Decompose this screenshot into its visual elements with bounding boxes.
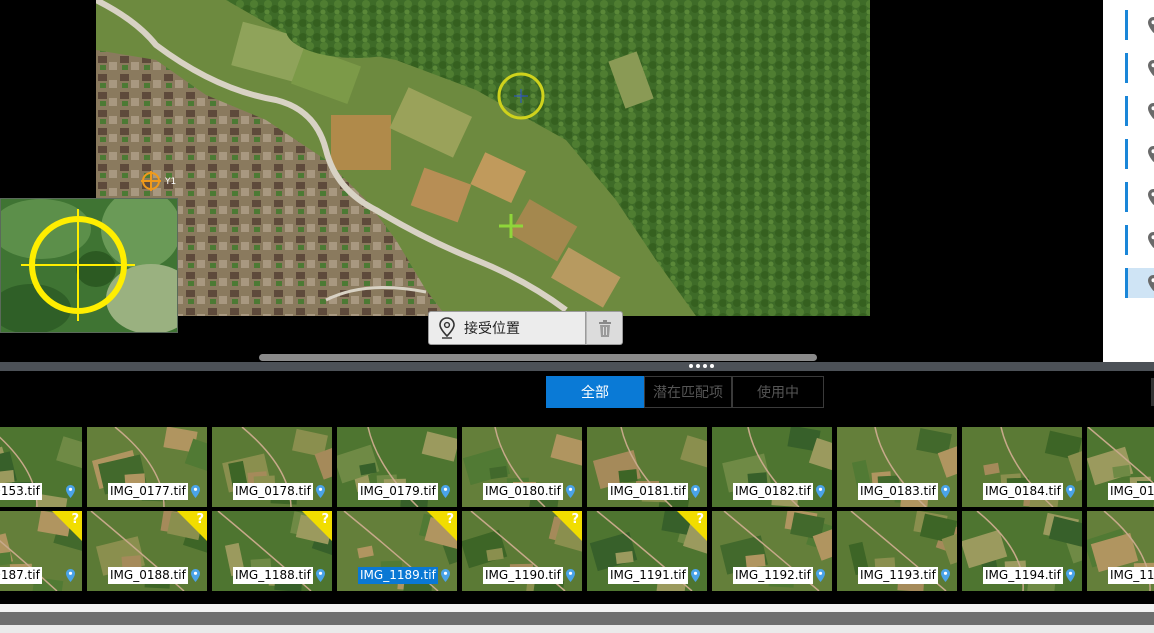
tab-all[interactable]: 全部 (546, 376, 644, 408)
image-thumbnail[interactable]: IMG_0183.tif (837, 427, 957, 507)
thumbnail-filename: IMG_0182.tif (733, 483, 813, 500)
image-thumbnail[interactable]: IMG_0188.tif? (87, 511, 207, 591)
map-marker-icon (1148, 146, 1154, 162)
location-pin-icon (191, 569, 200, 582)
bottom-separator (0, 604, 1154, 612)
location-pin-icon (191, 485, 200, 498)
map-marker-icon (1148, 17, 1154, 33)
thumbnail-filename: IMG_1188.tif (233, 567, 313, 584)
thumbnail-filename: IMG_1189.tif (358, 567, 438, 584)
location-pin-icon (66, 569, 75, 582)
thumbnail-filename: IMG_0187.tif (0, 567, 42, 584)
question-mark-icon: ? (571, 512, 579, 527)
question-mark-icon: ? (321, 512, 329, 527)
image-thumbnail[interactable]: IMG_01 (1087, 427, 1154, 507)
accept-location-button[interactable]: 接受位置 (428, 311, 586, 345)
image-thumbnail[interactable]: IMG_0178.tif (212, 427, 332, 507)
location-pin-icon (566, 569, 575, 582)
thumbnail-filename: IMG_01 (1108, 483, 1154, 500)
gcp-list-item[interactable] (1125, 10, 1154, 40)
map-marker-icon (1148, 60, 1154, 76)
image-thumbnail[interactable]: IMG_0181.tif (587, 427, 707, 507)
thumbnail-filename: IMG_0183.tif (858, 483, 938, 500)
thumbnail-filename: IMG_0179.tif (358, 483, 438, 500)
thumbnail-filename: IMG_1194.tif (983, 567, 1063, 584)
location-pin-icon (816, 485, 825, 498)
panel-splitter[interactable] (0, 362, 1154, 371)
image-thumbnail[interactable]: IMG_1189.tif? (337, 511, 457, 591)
location-pin-icon (941, 569, 950, 582)
location-pin-icon (941, 485, 950, 498)
location-pin-icon (316, 485, 325, 498)
magnifier-view (0, 198, 178, 333)
thumbnail-filename: IMG_0177.tif (108, 483, 188, 500)
gcp-list-item[interactable] (1125, 225, 1154, 255)
image-thumbnail[interactable]: IMG_1190.tif? (462, 511, 582, 591)
gcp-list-item[interactable] (1125, 268, 1154, 298)
image-viewer[interactable]: Y1 接受位置 (0, 0, 1103, 362)
image-thumbnail[interactable]: IMG_0180.tif (462, 427, 582, 507)
gcp-list-item[interactable] (1125, 53, 1154, 83)
tab-in-use[interactable]: 使用中 (732, 376, 824, 408)
thumbnail-filename: IMG_1192.tif (733, 567, 813, 584)
tab-potential-matches[interactable]: 潜在匹配项 (644, 376, 732, 408)
image-thumbnail[interactable]: IMG_0184.tif (962, 427, 1082, 507)
location-pin-icon (316, 569, 325, 582)
image-thumbnail[interactable]: IMG_1194.tif (962, 511, 1082, 591)
image-thumbnail[interactable]: IMG_1192.tif (712, 511, 832, 591)
location-pin-icon (441, 485, 450, 498)
thumbnail-filename: IMG_1191.tif (608, 567, 688, 584)
map-marker-icon (1148, 189, 1154, 205)
location-pin-icon (1066, 569, 1075, 582)
image-thumbnail[interactable]: IMG_0153.tif (0, 427, 82, 507)
thumbnail-filename: IMG_0188.tif (108, 567, 188, 584)
point-label: Y1 (164, 177, 176, 187)
thumbnail-filename: IMG_0180.tif (483, 483, 563, 500)
location-pin-icon (66, 485, 75, 498)
thumbnail-filename: IMG_11 (1108, 567, 1154, 584)
image-thumbnail[interactable]: IMG_0179.tif (337, 427, 457, 507)
map-marker-icon (1148, 232, 1154, 248)
location-pin-icon (691, 485, 700, 498)
delete-button[interactable] (586, 311, 623, 345)
thumbnail-filename: IMG_1193.tif (858, 567, 938, 584)
gcp-list-panel[interactable] (1103, 0, 1154, 362)
gcp-list-item[interactable] (1125, 139, 1154, 169)
aerial-photo[interactable]: Y1 (96, 0, 870, 316)
image-thumbnail[interactable]: IMG_11 (1087, 511, 1154, 591)
filter-tabs: 全部 潜在匹配项 使用中 (546, 376, 824, 408)
thumbnail-filename: IMG_0178.tif (233, 483, 313, 500)
accept-location-label: 接受位置 (464, 321, 520, 337)
location-pin-icon (691, 569, 700, 582)
location-pin-icon (439, 317, 455, 339)
location-pin-icon (1066, 485, 1075, 498)
splitter-grip-icon[interactable] (689, 364, 714, 368)
question-mark-icon: ? (196, 512, 204, 527)
image-thumbnail[interactable]: IMG_0182.tif (712, 427, 832, 507)
map-marker-icon (1148, 275, 1154, 291)
thumbnail-filename: IMG_0153.tif (0, 483, 42, 500)
trash-icon (598, 319, 611, 337)
question-mark-icon: ? (71, 512, 79, 527)
map-marker-icon (1148, 103, 1154, 119)
image-thumbnail[interactable]: IMG_1193.tif (837, 511, 957, 591)
gcp-list-item[interactable] (1125, 182, 1154, 212)
image-thumbnail[interactable]: IMG_1188.tif? (212, 511, 332, 591)
question-mark-icon: ? (446, 512, 454, 527)
thumbnail-filename: IMG_0181.tif (608, 483, 688, 500)
horizontal-scrollbar[interactable] (259, 354, 817, 361)
gcp-list-item[interactable] (1125, 96, 1154, 126)
location-pin-icon (441, 569, 450, 582)
image-thumbnail[interactable]: IMG_0187.tif? (0, 511, 82, 591)
question-mark-icon: ? (696, 512, 704, 527)
location-pin-icon (816, 569, 825, 582)
bottom-scrollbar[interactable] (0, 612, 1154, 625)
location-pin-icon (566, 485, 575, 498)
status-footer (0, 625, 1154, 633)
image-thumbnail[interactable]: IMG_0177.tif (87, 427, 207, 507)
image-thumbnail[interactable]: IMG_1191.tif? (587, 511, 707, 591)
thumbnail-filename: IMG_1190.tif (483, 567, 563, 584)
thumbnail-filename: IMG_0184.tif (983, 483, 1063, 500)
